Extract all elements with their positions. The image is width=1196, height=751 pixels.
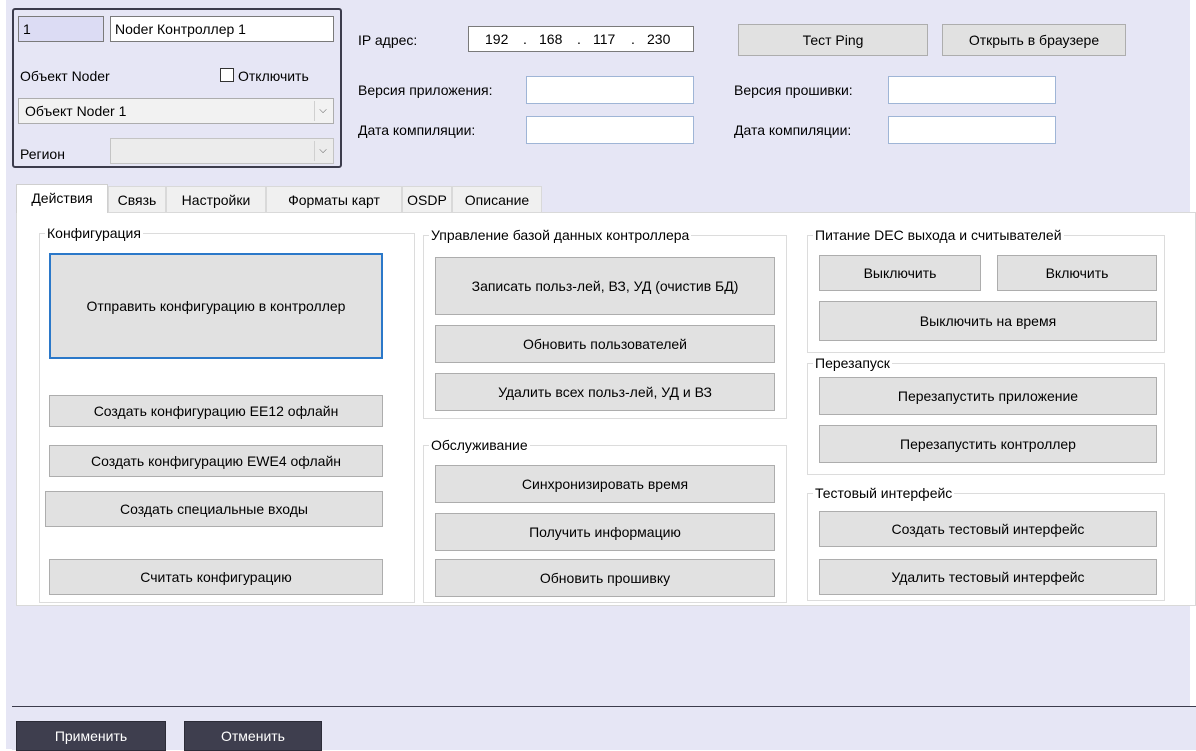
device-identity-box: 1 Noder Контроллер 1 Объект Noder Отключ… [12, 8, 342, 168]
ip-octet-2: 168 [539, 31, 563, 47]
open-in-browser-button[interactable]: Открыть в браузере [942, 24, 1126, 56]
update-firmware-button[interactable]: Обновить прошивку [435, 559, 775, 597]
tab-description[interactable]: Описание [452, 186, 542, 212]
app-version-label: Версия приложения: [358, 82, 493, 98]
device-name-field[interactable]: Noder Контроллер 1 [110, 16, 334, 42]
app-compile-date-label: Дата компиляции: [358, 122, 476, 138]
chevron-down-icon: ⌵ [314, 101, 331, 121]
tab-settings[interactable]: Настройки [166, 186, 266, 212]
app-compile-date-field[interactable] [526, 116, 694, 144]
ip-label: IP адрес: [358, 32, 418, 48]
database-group-title: Управление базой данных контроллера [429, 227, 692, 243]
update-users-button[interactable]: Обновить пользователей [435, 325, 775, 363]
tab-osdp[interactable]: OSDP [402, 186, 452, 212]
create-special-inputs-button[interactable]: Создать специальные входы [45, 491, 383, 527]
firmware-compile-date-label: Дата компиляции: [734, 122, 852, 138]
footer-bar: Применить Отменить [12, 706, 1196, 751]
read-config-button[interactable]: Считать конфигурацию [49, 559, 383, 595]
ip-octet-1: 192 [485, 31, 509, 47]
power-off-button[interactable]: Выключить [819, 255, 981, 291]
ip-octet-3: 117 [593, 31, 616, 47]
app-version-field[interactable] [526, 76, 694, 104]
test-interface-group-title: Тестовый интерфейс [813, 485, 955, 501]
cancel-button[interactable]: Отменить [184, 721, 322, 751]
tab-connection[interactable]: Связь [108, 186, 166, 212]
create-ewe4-config-button[interactable]: Создать конфигурацию EWE4 офлайн [49, 445, 383, 477]
firmware-version-label: Версия прошивки: [734, 82, 853, 98]
service-group-title: Обслуживание [429, 437, 530, 453]
object-select[interactable]: Объект Noder 1 ⌵ [18, 98, 334, 124]
configuration-group-title: Конфигурация [45, 225, 143, 241]
ip-dot: . [577, 31, 581, 47]
delete-all-users-button[interactable]: Удалить всех польз-лей, УД и ВЗ [435, 373, 775, 411]
power-off-timed-button[interactable]: Выключить на время [819, 301, 1157, 341]
actions-panel: Конфигурация Отправить конфигурацию в ко… [16, 212, 1196, 606]
firmware-compile-date-field[interactable] [888, 116, 1056, 144]
sync-time-button[interactable]: Синхронизировать время [435, 465, 775, 503]
send-config-button[interactable]: Отправить конфигурацию в контроллер [49, 253, 383, 359]
ping-test-button[interactable]: Тест Ping [738, 24, 928, 56]
restart-group-title: Перезапуск [813, 355, 892, 371]
write-users-button[interactable]: Записать польз-лей, ВЗ, УД (очистив БД) [435, 257, 775, 315]
device-number-field[interactable]: 1 [18, 16, 104, 42]
object-select-value: Объект Noder 1 [25, 103, 127, 119]
region-label: Регион [20, 146, 65, 162]
object-label: Объект Noder [20, 68, 110, 84]
restart-app-button[interactable]: Перезапустить приложение [819, 377, 1157, 415]
region-select[interactable]: ⌵ [110, 138, 334, 164]
settings-window: 1 Noder Контроллер 1 Объект Noder Отключ… [6, 0, 1196, 751]
ip-octet-4: 230 [647, 31, 671, 47]
tab-card-formats[interactable]: Форматы карт [266, 186, 402, 212]
apply-button[interactable]: Применить [16, 721, 166, 751]
ip-address-field[interactable]: 192 . 168 . 117 . 230 [468, 26, 694, 52]
firmware-version-field[interactable] [888, 76, 1056, 104]
tab-actions[interactable]: Действия [16, 184, 108, 213]
create-ee12-config-button[interactable]: Создать конфигурацию EE12 офлайн [49, 395, 383, 427]
create-test-interface-button[interactable]: Создать тестовый интерфейс [819, 511, 1157, 547]
ip-dot: . [523, 31, 527, 47]
power-on-button[interactable]: Включить [997, 255, 1157, 291]
get-info-button[interactable]: Получить информацию [435, 513, 775, 551]
restart-controller-button[interactable]: Перезапустить контроллер [819, 425, 1157, 463]
chevron-down-icon: ⌵ [314, 141, 331, 161]
disable-label: Отключить [238, 68, 309, 84]
ip-dot: . [631, 31, 635, 47]
power-group-title: Питание DEC выхода и считывателей [813, 227, 1064, 243]
delete-test-interface-button[interactable]: Удалить тестовый интерфейс [819, 559, 1157, 595]
disable-checkbox[interactable] [220, 68, 234, 82]
